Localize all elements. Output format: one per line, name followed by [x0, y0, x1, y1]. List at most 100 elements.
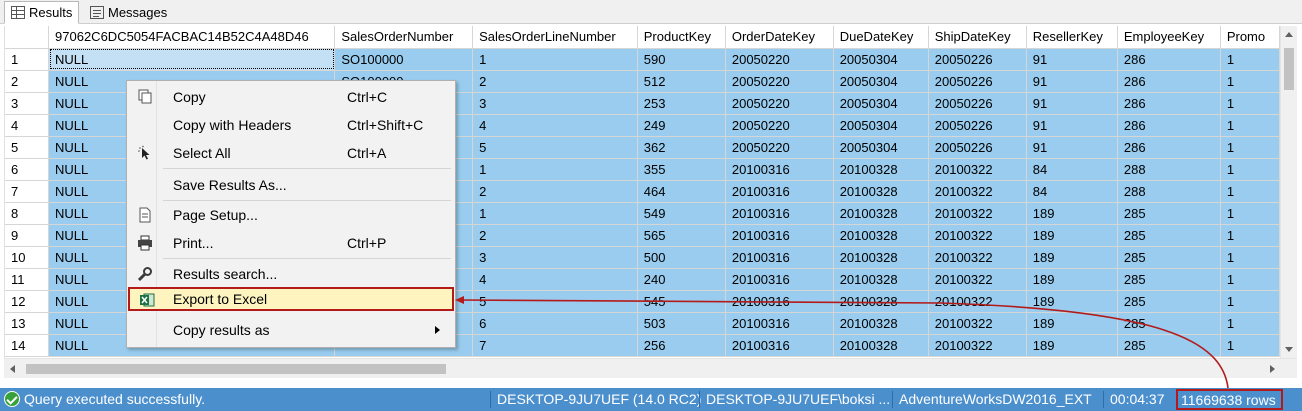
column-header[interactable]: OrderDateKey [725, 26, 834, 49]
table-cell[interactable]: 20100322 [928, 246, 1027, 269]
table-cell[interactable]: 20100316 [725, 334, 834, 357]
column-header[interactable]: 97062C6DC5054FACBAC14B52C4A48D46 [48, 26, 336, 49]
row-number-cell[interactable]: 5 [5, 136, 50, 159]
table-cell[interactable]: 84 [1026, 158, 1118, 181]
table-cell[interactable]: 286 [1117, 70, 1221, 93]
row-number-cell[interactable]: 6 [5, 158, 50, 181]
table-cell[interactable]: 355 [637, 158, 726, 181]
row-number-cell[interactable]: 4 [5, 114, 50, 137]
table-cell[interactable]: 20050220 [725, 92, 834, 115]
table-cell[interactable]: 512 [637, 70, 726, 93]
table-cell[interactable]: 285 [1117, 268, 1221, 291]
table-cell[interactable]: 2 [472, 180, 638, 203]
table-cell[interactable]: 20100328 [833, 246, 929, 269]
table-cell[interactable]: 20050226 [928, 70, 1027, 93]
table-cell[interactable]: 1 [472, 158, 638, 181]
table-cell[interactable]: 1 [1220, 334, 1280, 357]
table-cell[interactable]: 189 [1026, 312, 1118, 335]
table-cell[interactable]: 286 [1117, 48, 1221, 71]
table-cell[interactable]: SO100000 [334, 48, 474, 71]
table-cell[interactable]: 1 [1220, 246, 1280, 269]
tab-messages[interactable]: Messages [84, 1, 173, 24]
table-cell[interactable]: 20100322 [928, 158, 1027, 181]
table-cell[interactable]: 189 [1026, 334, 1118, 357]
table-cell[interactable]: 286 [1117, 92, 1221, 115]
scroll-left-arrow-icon[interactable] [10, 365, 15, 373]
menu-item-results-search[interactable]: Results search... [129, 262, 453, 286]
table-cell[interactable]: 1 [1220, 268, 1280, 291]
menu-item-page-setup[interactable]: Page Setup... [129, 203, 453, 227]
table-cell[interactable]: 20050220 [725, 136, 834, 159]
table-cell[interactable]: 91 [1026, 92, 1118, 115]
table-cell[interactable]: 503 [637, 312, 726, 335]
table-cell[interactable]: 91 [1026, 114, 1118, 137]
row-number-cell[interactable]: 3 [5, 92, 50, 115]
table-cell[interactable]: 362 [637, 136, 726, 159]
horizontal-scroll-thumb[interactable] [26, 364, 446, 374]
table-cell[interactable]: 285 [1117, 224, 1221, 247]
table-row[interactable]: 1 NULL SO100000 1 590 20050220 20050304 2005022… [5, 48, 1280, 71]
table-cell[interactable]: 464 [637, 180, 726, 203]
row-number-cell[interactable]: 13 [5, 312, 50, 335]
table-cell[interactable]: 285 [1117, 246, 1221, 269]
table-cell[interactable]: 565 [637, 224, 726, 247]
table-cell[interactable]: 1 [1220, 180, 1280, 203]
row-number-cell[interactable]: 7 [5, 180, 50, 203]
table-cell[interactable]: NULL [48, 48, 336, 71]
row-number-cell[interactable]: 9 [5, 224, 50, 247]
table-cell[interactable]: 1 [1220, 92, 1280, 115]
menu-item-export-to-excel[interactable]: Export to Excel [128, 287, 454, 311]
table-cell[interactable]: 545 [637, 290, 726, 313]
table-cell[interactable]: 189 [1026, 202, 1118, 225]
table-cell[interactable]: 20100328 [833, 158, 929, 181]
tab-results[interactable]: Results [4, 1, 80, 24]
row-number-cell[interactable]: 12 [5, 290, 50, 313]
table-cell[interactable]: 6 [472, 312, 638, 335]
column-header[interactable]: DueDateKey [833, 26, 929, 49]
table-cell[interactable]: 1 [1220, 202, 1280, 225]
column-header[interactable]: ShipDateKey [928, 26, 1027, 49]
table-cell[interactable]: 285 [1117, 202, 1221, 225]
table-cell[interactable]: 1 [1220, 312, 1280, 335]
table-cell[interactable]: 20100316 [725, 246, 834, 269]
table-cell[interactable]: 256 [637, 334, 726, 357]
column-header[interactable]: SalesOrderNumber [334, 26, 474, 49]
row-number-header[interactable] [5, 26, 50, 49]
table-cell[interactable]: 1 [1220, 114, 1280, 137]
table-cell[interactable]: 5 [472, 290, 638, 313]
scroll-up-arrow-icon[interactable] [1285, 32, 1293, 37]
table-cell[interactable]: 20050220 [725, 70, 834, 93]
table-cell[interactable]: 1 [1220, 158, 1280, 181]
menu-item-copy-with-headers[interactable]: Copy with Headers Ctrl+Shift+C [129, 113, 453, 137]
table-cell[interactable]: 20100316 [725, 312, 834, 335]
table-cell[interactable]: 1 [1220, 48, 1280, 71]
table-cell[interactable]: 20100328 [833, 312, 929, 335]
menu-item-select-all[interactable]: Select All Ctrl+A [129, 141, 453, 165]
table-cell[interactable]: 285 [1117, 334, 1221, 357]
table-cell[interactable]: 20100322 [928, 224, 1027, 247]
table-cell[interactable]: 91 [1026, 136, 1118, 159]
table-cell[interactable]: 20100316 [725, 180, 834, 203]
scroll-right-arrow-icon[interactable] [1270, 365, 1275, 373]
table-cell[interactable]: 189 [1026, 246, 1118, 269]
table-cell[interactable]: 20100316 [725, 268, 834, 291]
table-cell[interactable]: 20100322 [928, 312, 1027, 335]
table-cell[interactable]: 20050304 [833, 114, 929, 137]
table-cell[interactable]: 500 [637, 246, 726, 269]
row-number-cell[interactable]: 1 [5, 48, 50, 71]
table-cell[interactable]: 285 [1117, 312, 1221, 335]
table-cell[interactable]: 20050226 [928, 48, 1027, 71]
table-cell[interactable]: 20100322 [928, 334, 1027, 357]
table-cell[interactable]: 5 [472, 136, 638, 159]
table-cell[interactable]: 4 [472, 268, 638, 291]
table-cell[interactable]: 20050304 [833, 136, 929, 159]
table-cell[interactable]: 189 [1026, 290, 1118, 313]
table-cell[interactable]: 1 [472, 48, 638, 71]
column-header[interactable]: SalesOrderLineNumber [472, 26, 638, 49]
table-cell[interactable]: 20100316 [725, 224, 834, 247]
table-cell[interactable]: 4 [472, 114, 638, 137]
table-cell[interactable]: 7 [472, 334, 638, 357]
table-cell[interactable]: 20050304 [833, 70, 929, 93]
table-cell[interactable]: 189 [1026, 268, 1118, 291]
table-cell[interactable]: 1 [1220, 70, 1280, 93]
